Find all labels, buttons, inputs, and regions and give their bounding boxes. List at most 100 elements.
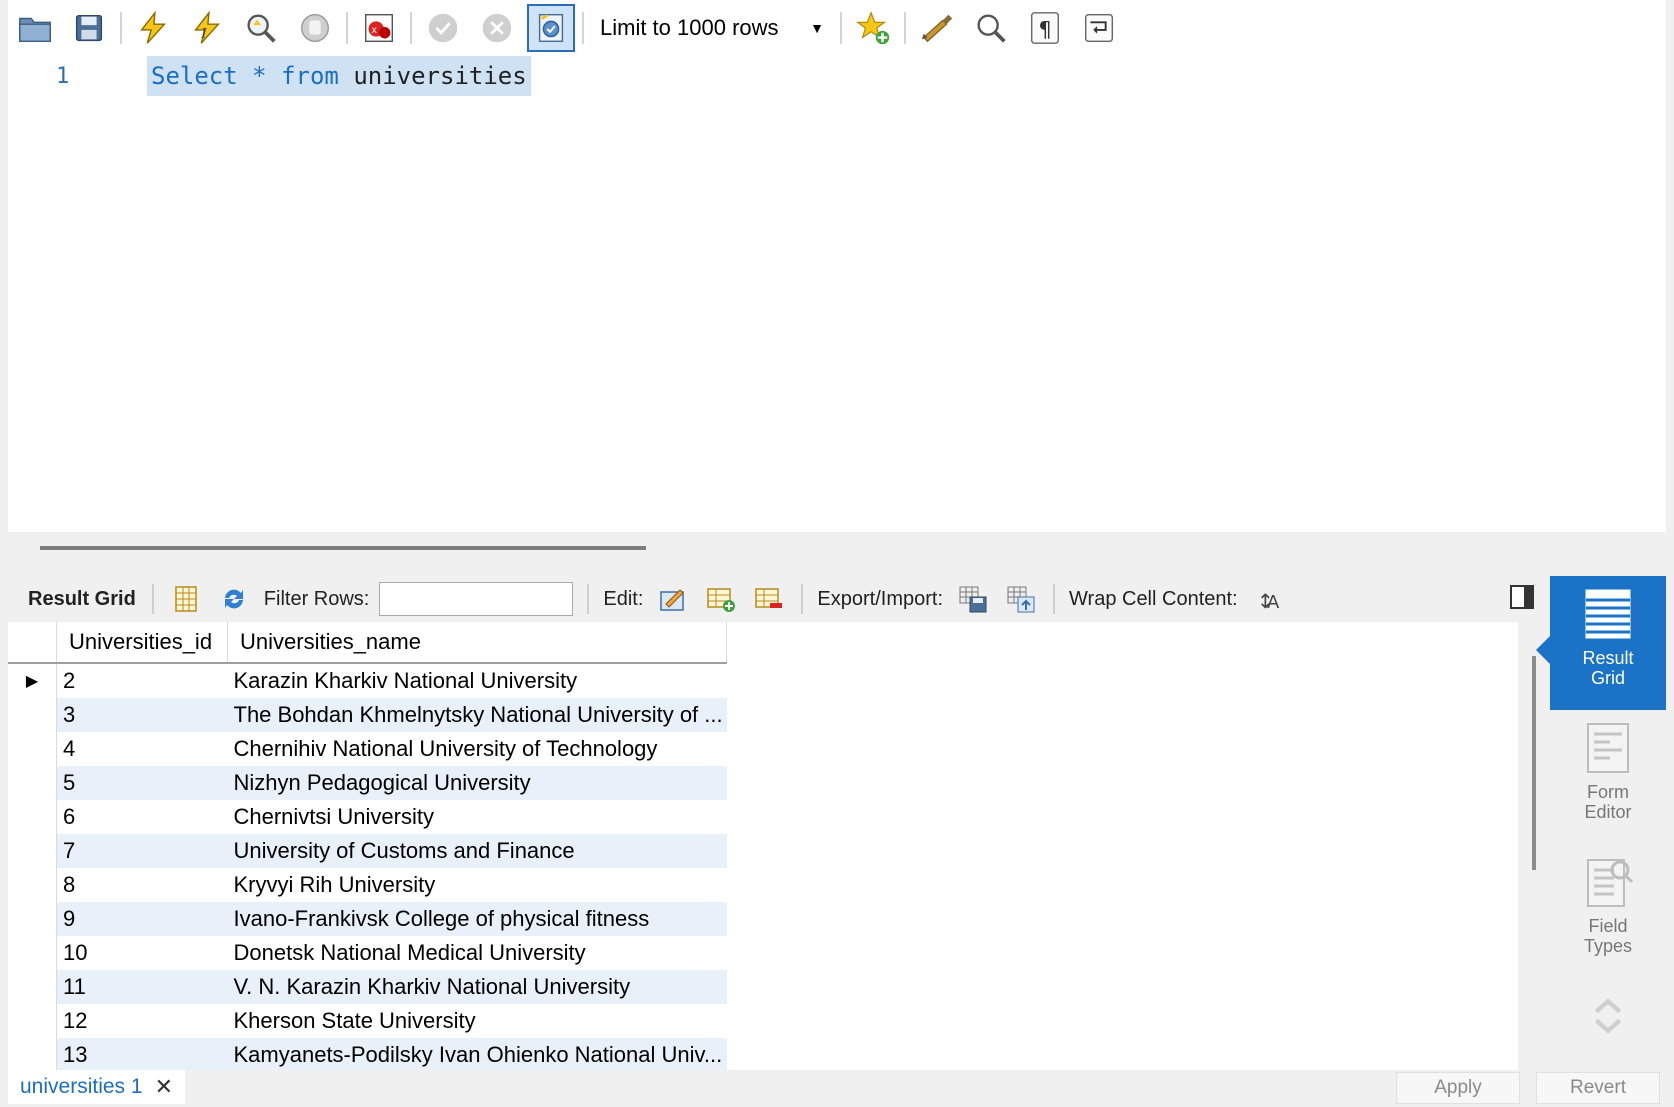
invisible-chars-icon[interactable]: ¶ xyxy=(1021,4,1069,52)
toolbar-separator xyxy=(587,584,590,614)
field-types-tab[interactable]: Field Types xyxy=(1550,852,1666,976)
close-icon[interactable]: ✕ xyxy=(155,1074,173,1100)
scroll-panel-control[interactable] xyxy=(1550,994,1666,1058)
import-icon[interactable] xyxy=(1003,581,1039,617)
svg-text:I: I xyxy=(200,27,207,42)
column-header-universities-name[interactable]: Universities_name xyxy=(227,622,727,664)
table-row[interactable]: 6 Chernivtsi University xyxy=(8,800,727,834)
row-header[interactable] xyxy=(8,902,57,936)
form-editor-tab-label: Form Editor xyxy=(1584,782,1632,822)
row-header[interactable] xyxy=(8,1004,57,1038)
bottom-bar: universities 1 ✕ Apply Revert xyxy=(0,1070,1674,1107)
cell-universities-id[interactable]: 11 xyxy=(56,970,228,1004)
result-grid-icon xyxy=(1585,589,1631,639)
result-grid-tab-label: Result Grid xyxy=(1582,648,1634,688)
row-header[interactable] xyxy=(8,868,57,902)
cell-universities-id[interactable]: 5 xyxy=(56,766,228,800)
cell-universities-id[interactable]: 13 xyxy=(56,1038,228,1070)
execute-icon[interactable] xyxy=(129,4,177,52)
table-row[interactable]: 8 Kryvyi Rih University xyxy=(8,868,727,902)
explain-icon[interactable] xyxy=(237,4,285,52)
current-row-indicator-icon[interactable]: ▶ xyxy=(8,663,57,698)
toolbar-separator xyxy=(410,12,412,44)
vertical-scrollbar[interactable] xyxy=(1532,656,1536,870)
row-header[interactable] xyxy=(8,970,57,1004)
save-icon[interactable] xyxy=(65,4,113,52)
sql-table-name: universities xyxy=(353,62,527,90)
row-header[interactable] xyxy=(8,698,57,732)
row-header[interactable] xyxy=(8,732,57,766)
row-header[interactable] xyxy=(8,766,57,800)
column-toggle-icon[interactable] xyxy=(168,581,204,617)
wrap-lines-icon[interactable] xyxy=(1075,4,1123,52)
cell-universities-name[interactable]: Karazin Kharkiv National University xyxy=(228,663,727,698)
cell-universities-name[interactable]: Donetsk National Medical University xyxy=(228,936,727,970)
cell-universities-name[interactable]: Nizhyn Pedagogical University xyxy=(227,766,727,800)
sql-editor[interactable]: 1 Select * from universities xyxy=(8,56,1666,532)
table-row[interactable]: 10 Donetsk National Medical University xyxy=(8,936,727,970)
cell-universities-name[interactable]: University of Customs and Finance xyxy=(227,834,727,868)
refresh-icon[interactable] xyxy=(216,581,252,617)
form-editor-icon xyxy=(1587,723,1629,773)
table-row[interactable]: 9 Ivano-Frankivsk College of physical fit… xyxy=(8,902,727,936)
cell-universities-name[interactable]: V. N. Karazin Kharkiv National Universit… xyxy=(227,970,727,1004)
result-tab[interactable]: universities 1 ✕ xyxy=(8,1070,185,1104)
stop-icon[interactable] xyxy=(291,4,339,52)
revert-button[interactable]: Revert xyxy=(1536,1072,1660,1104)
row-header[interactable] xyxy=(8,1038,57,1070)
table-row[interactable]: 5 Nizhyn Pedagogical University xyxy=(8,766,727,800)
add-row-icon[interactable] xyxy=(703,581,739,617)
row-header[interactable] xyxy=(8,936,57,970)
wrap-cell-icon[interactable]: ↕ A xyxy=(1250,581,1286,617)
commit-icon[interactable] xyxy=(419,4,467,52)
result-grid-label: Result Grid xyxy=(28,587,136,610)
export-icon[interactable] xyxy=(955,581,991,617)
cell-universities-name[interactable]: Chernihiv National University of Technol… xyxy=(228,732,727,766)
row-header[interactable] xyxy=(8,800,57,834)
column-header-universities-id[interactable]: Universities_id xyxy=(56,622,228,664)
cell-universities-id[interactable]: 4 xyxy=(57,732,228,766)
cell-universities-id[interactable]: 2 xyxy=(57,663,228,698)
cell-universities-id[interactable]: 9 xyxy=(56,902,228,936)
autocommit-icon[interactable] xyxy=(527,4,575,52)
table-row[interactable]: 3 The Bohdan Khmelnytsky National Univers… xyxy=(8,698,727,732)
toggle-error-icon[interactable]: x xyxy=(355,4,403,52)
form-editor-tab[interactable]: Form Editor xyxy=(1550,718,1666,842)
edit-row-icon[interactable] xyxy=(655,581,691,617)
find-icon[interactable] xyxy=(967,4,1015,52)
cell-universities-name[interactable]: Chernivtsi University xyxy=(228,800,727,834)
table-row[interactable]: 11 V. N. Karazin Kharkiv National Univers… xyxy=(8,970,727,1004)
sql-query-line[interactable]: Select * from universities xyxy=(147,56,531,96)
cell-universities-id[interactable]: 8 xyxy=(57,868,228,902)
delete-row-icon[interactable] xyxy=(751,581,787,617)
cell-universities-id[interactable]: 6 xyxy=(57,800,228,834)
cell-universities-name[interactable]: Ivano-Frankivsk College of physical fitn… xyxy=(227,902,727,936)
table-row[interactable]: 12 Kherson State University xyxy=(8,1004,727,1038)
apply-button[interactable]: Apply xyxy=(1396,1072,1520,1104)
execute-current-icon[interactable]: I xyxy=(183,4,231,52)
chevron-up-down-icon xyxy=(1594,998,1622,1034)
cell-universities-id[interactable]: 10 xyxy=(57,936,228,970)
rollback-icon[interactable] xyxy=(473,4,521,52)
horizontal-scrollbar[interactable] xyxy=(40,546,646,550)
result-grid-tab[interactable]: Result Grid xyxy=(1536,576,1666,710)
cell-universities-name[interactable]: Kamyanets-Podilsky Ivan Ohienko National… xyxy=(227,1038,727,1070)
cell-universities-id[interactable]: 7 xyxy=(56,834,228,868)
row-header[interactable] xyxy=(8,834,57,868)
toolbar-separator xyxy=(120,12,122,44)
table-row[interactable]: ▶ 2 Karazin Kharkiv National University xyxy=(8,663,727,698)
cell-universities-name[interactable]: The Bohdan Khmelnytsky National Universi… xyxy=(227,698,727,732)
cell-universities-name[interactable]: Kryvyi Rih University xyxy=(228,868,727,902)
cell-universities-id[interactable]: 3 xyxy=(56,698,228,732)
toggle-side-panel-icon[interactable] xyxy=(1510,585,1534,609)
cell-universities-id[interactable]: 12 xyxy=(57,1004,228,1038)
table-row[interactable]: 7 University of Customs and Finance xyxy=(8,834,727,868)
cell-universities-name[interactable]: Kherson State University xyxy=(228,1004,727,1038)
table-row[interactable]: 13 Kamyanets-Podilsky Ivan Ohienko Nation… xyxy=(8,1038,727,1070)
table-row[interactable]: 4 Chernihiv National University of Techno… xyxy=(8,732,727,766)
beautify-icon[interactable] xyxy=(913,4,961,52)
open-file-icon[interactable] xyxy=(11,4,59,52)
add-snippet-icon[interactable] xyxy=(849,4,897,52)
limit-rows-select[interactable]: Limit to 1000 rows ▼ xyxy=(594,8,830,48)
filter-rows-input[interactable] xyxy=(379,582,574,616)
